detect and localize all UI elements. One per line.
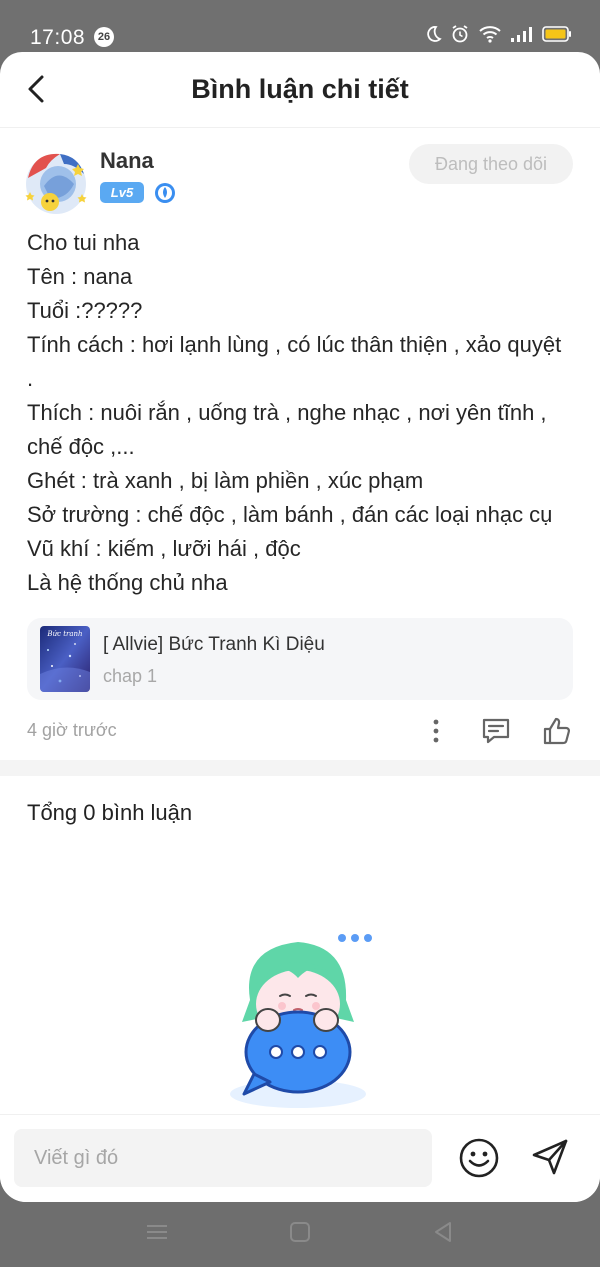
header: Bình luận chi tiết <box>0 52 600 128</box>
moon-icon <box>427 26 442 42</box>
send-icon[interactable] <box>528 1135 572 1179</box>
page-title: Bình luận chi tiết <box>191 74 409 104</box>
post-line: Tính cách : hơi lạnh lùng , có lúc thân … <box>27 332 562 391</box>
post-line: Tuổi :????? <box>27 298 143 323</box>
comment-detail-sheet: Bình luận chi tiết Nana Lv5 Đang theo dõ… <box>0 52 600 1202</box>
avatar[interactable] <box>20 146 92 218</box>
post-time: 4 giờ trước <box>27 720 117 740</box>
more-vertical-icon[interactable] <box>419 714 453 748</box>
story-cover-image: Bức tranh <box>40 626 90 692</box>
post-line: Vũ khí : kiếm , lưỡi hái , độc <box>27 536 301 561</box>
post-line: Cho tui nha <box>27 230 140 255</box>
comment-icon[interactable] <box>479 714 513 748</box>
story-cover-text: Bức tranh <box>46 630 82 638</box>
home-icon[interactable] <box>286 1218 314 1246</box>
following-button[interactable]: Đang theo dõi <box>409 144 573 184</box>
level-badge: Lv5 <box>100 182 144 203</box>
system-navigation-bar <box>0 1202 600 1267</box>
notification-count-badge: 26 <box>94 27 114 47</box>
battery-icon <box>542 26 571 42</box>
back-triangle-icon[interactable] <box>429 1218 457 1246</box>
status-time: 17:08 <box>30 26 86 49</box>
wifi-icon <box>479 26 501 43</box>
post-line: Ghét : trà xanh , bị làm phiền , xúc phạ… <box>27 468 424 493</box>
post-line: Là hệ thống chủ nha <box>27 570 228 595</box>
alarm-icon <box>452 25 468 43</box>
smiley-icon[interactable] <box>458 1137 500 1179</box>
status-icons <box>424 24 572 44</box>
rank-badge-icon <box>155 183 175 203</box>
empty-comments-mascot-illustration <box>230 934 372 1108</box>
post-line: Sở trường : chế độc , làm bánh , đán các… <box>27 502 553 527</box>
story-title: [ Allvie] Bức Tranh Kì Diệu <box>103 634 325 655</box>
post-meta-row: 4 giờ trước <box>0 700 600 764</box>
post-content: Cho tui nha Tên : nana Tuổi :????? Tính … <box>0 226 600 600</box>
post-line: Tên : nana <box>27 264 133 289</box>
story-chapter: chap 1 <box>103 666 158 686</box>
story-card[interactable]: Bức tranh [ Allvie] Bức Tranh Kì Diệu ch… <box>27 618 573 700</box>
menu-icon[interactable] <box>143 1218 171 1246</box>
comment-total: Tổng 0 bình luận <box>27 800 193 825</box>
thumbs-up-icon[interactable] <box>539 714 573 748</box>
author-row: Nana Lv5 Đang theo dõi <box>0 128 600 224</box>
signal-icon <box>511 27 532 42</box>
comment-input-bar <box>0 1114 600 1202</box>
comment-input[interactable] <box>14 1129 432 1187</box>
author-name[interactable]: Nana <box>100 148 154 174</box>
post-line: Thích : nuôi rắn , uống trà , nghe nhạc … <box>27 400 547 459</box>
